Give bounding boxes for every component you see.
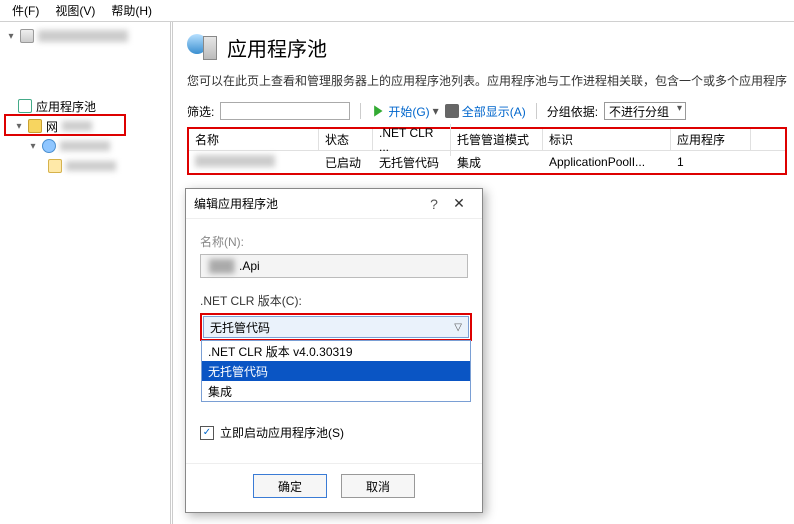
option-integrated[interactable]: 集成 (202, 381, 470, 401)
chevron-down-icon: ▽ (454, 322, 462, 333)
chevron-down-icon: ▾ (433, 104, 439, 118)
filter-input[interactable] (220, 102, 350, 120)
app-pool-grid: 名称 状态 .NET CLR ... 托管管道模式 标识 应用程序 已启动 无托… (187, 127, 787, 175)
tree-label: 应用程序池 (36, 98, 96, 115)
filter-label: 筛选: (187, 103, 214, 120)
globe-icon (42, 139, 56, 153)
menubar: 件(F) 视图(V) 帮助(H) (0, 0, 794, 22)
dialog-title: 编辑应用程序池 (194, 195, 278, 212)
close-icon[interactable]: ✕ (444, 195, 474, 212)
option-net4[interactable]: .NET CLR 版本 v4.0.30319 (202, 341, 470, 361)
clr-version-label: .NET CLR 版本(C): (200, 292, 468, 309)
menu-view[interactable]: 视图(V) (47, 0, 103, 21)
col-name[interactable]: 名称 (189, 129, 319, 150)
table-row[interactable]: 已启动 无托管代码 集成 ApplicationPoolI... 1 (189, 151, 785, 173)
edit-app-pool-dialog: 编辑应用程序池 ? ✕ 名称(N): ███.Api .NET CLR 版本(C… (185, 188, 483, 513)
col-apps[interactable]: 应用程序 (671, 129, 751, 150)
page-description: 您可以在此页上查看和管理服务器上的应用程序池列表。应用程序池与工作进程相关联，包… (187, 72, 794, 89)
tree-pane: ▾ 应用程序池 ▾ 网 ▾ (0, 22, 173, 524)
folder-icon (48, 159, 62, 173)
menu-help[interactable]: 帮助(H) (103, 0, 160, 21)
ok-button[interactable]: 确定 (253, 474, 327, 498)
tree-root[interactable]: ▾ (0, 26, 170, 46)
start-button[interactable]: 开始(G) ▾ (371, 103, 438, 120)
cancel-button[interactable]: 取消 (341, 474, 415, 498)
show-all-button[interactable]: 全部显示(A) (445, 103, 526, 120)
col-identity[interactable]: 标识 (543, 129, 671, 150)
clr-version-select[interactable]: 无托管代码 ▽ (203, 316, 469, 338)
app-pool-large-icon (187, 32, 217, 62)
play-icon (371, 104, 385, 118)
grid-header: 名称 状态 .NET CLR ... 托管管道模式 标识 应用程序 (189, 129, 785, 151)
groupby-label: 分组依据: (547, 103, 598, 120)
chevron-down-icon[interactable]: ▾ (28, 141, 38, 152)
menu-file[interactable]: 件(F) (4, 0, 47, 21)
tree-label: 网 (46, 118, 58, 135)
groupby-select[interactable]: 不进行分组 (604, 102, 686, 120)
tree-site[interactable]: ▾ (0, 136, 170, 156)
name-label: 名称(N): (200, 233, 468, 250)
highlight-box: 无托管代码 ▽ (200, 313, 472, 341)
chevron-down-icon[interactable]: ▾ (14, 121, 24, 132)
col-pipe[interactable]: 托管管道模式 (451, 129, 543, 150)
server-icon (20, 29, 34, 43)
autostart-checkbox[interactable]: ✓ (200, 426, 214, 440)
tree-folder[interactable] (0, 156, 170, 176)
col-status[interactable]: 状态 (319, 129, 373, 150)
autostart-label: 立即启动应用程序池(S) (220, 424, 344, 441)
tree-sites[interactable]: ▾ 网 (0, 116, 170, 136)
chevron-down-icon[interactable]: ▾ (6, 31, 16, 42)
toolbar: 筛选: 开始(G) ▾ 全部显示(A) 分组依据: 不进行分组 (187, 99, 794, 123)
option-no-managed[interactable]: 无托管代码 (202, 361, 470, 381)
name-field: ███.Api (200, 254, 468, 278)
help-icon[interactable]: ? (424, 196, 444, 212)
tree-app-pools[interactable]: 应用程序池 (0, 96, 170, 116)
page-title: 应用程序池 (227, 33, 327, 62)
app-pool-icon (18, 99, 32, 113)
clr-dropdown-list: .NET CLR 版本 v4.0.30319 无托管代码 集成 (201, 340, 471, 402)
grid-icon (445, 104, 459, 118)
sites-icon (28, 119, 42, 133)
